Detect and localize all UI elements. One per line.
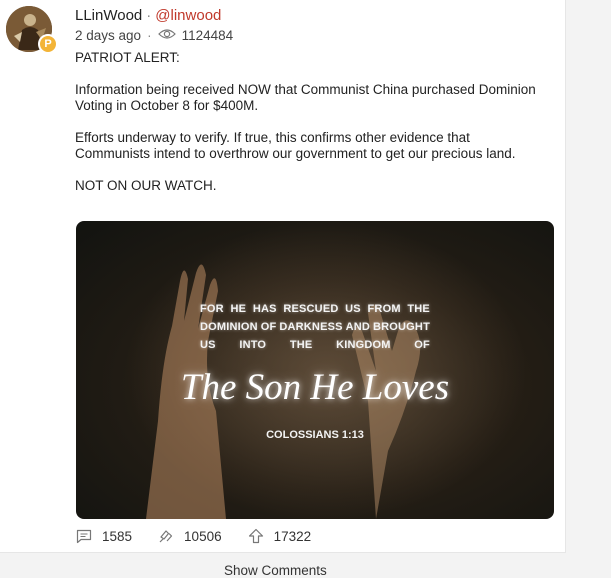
post-image[interactable]: FOR HE HAS RESCUED US FROM THE DOMINION … <box>76 221 554 519</box>
verse-word: DARKNESS <box>279 321 343 333</box>
parler-badge-icon: P <box>38 34 58 54</box>
show-comments-button[interactable]: Show Comments <box>224 563 327 578</box>
repost-count: 10506 <box>184 528 222 544</box>
post-meta: 2 days ago · 1124484 <box>75 28 233 43</box>
comment-icon <box>76 529 92 543</box>
verse-word: INTO <box>239 339 267 351</box>
repost-icon <box>159 530 173 543</box>
meta-separator: · <box>147 28 152 43</box>
comment-button[interactable]: 1585 <box>76 529 132 544</box>
verse-line-1: FOR HE HAS RESCUED US FROM THE <box>200 303 430 315</box>
verse-word: OF <box>260 321 277 333</box>
upvote-icon <box>248 528 263 544</box>
post-paragraph: PATRIOT ALERT: <box>75 50 180 65</box>
eye-icon <box>157 28 176 43</box>
post-paragraph: Efforts underway to verify. If true, thi… <box>75 130 516 161</box>
post-time: 2 days ago <box>75 28 142 43</box>
verse-word: HE <box>230 303 247 315</box>
verse-word: US <box>200 339 216 351</box>
header-separator: · <box>146 7 152 24</box>
verse-word: US <box>345 303 361 315</box>
repost-button[interactable]: 10506 <box>158 528 222 544</box>
verse-word: BROUGHT <box>372 321 430 333</box>
verse-word: FROM <box>367 303 401 315</box>
verse-word: RESCUED <box>283 303 339 315</box>
post-paragraph: Information being received NOW that Comm… <box>75 82 536 113</box>
post-paragraph: NOT ON OUR WATCH. <box>75 178 217 193</box>
author-name[interactable]: LLinWood <box>75 7 142 24</box>
upvote-button[interactable]: 17322 <box>248 528 312 544</box>
verse-word: DOMINION <box>200 321 258 333</box>
verse-reference: COLOSSIANS 1:13 <box>266 429 364 441</box>
verse-word: THE <box>407 303 430 315</box>
author-handle[interactable]: @linwood <box>155 7 221 24</box>
author-avatar[interactable]: P <box>6 6 58 58</box>
view-count: 1124484 <box>181 28 234 43</box>
verse-line-2: DOMINION OF DARKNESS AND BROUGHT <box>200 321 430 333</box>
comment-count: 1585 <box>102 528 133 544</box>
verse-word: HAS <box>252 303 277 315</box>
post-header: LLinWood · @linwood <box>75 7 221 24</box>
upvote-count: 17322 <box>273 528 312 544</box>
verse-word: THE <box>289 339 313 351</box>
verse-word: AND <box>345 321 371 333</box>
verse-title: The Son He Loves <box>180 367 450 408</box>
post-body: PATRIOT ALERT: Information being receive… <box>75 50 545 210</box>
post-card: P LLinWood · @linwood 2 days ago · 1124484… <box>0 0 566 553</box>
post-actions: 1585 10506 17322 <box>76 528 337 544</box>
verse-line-3: US INTO THE KINGDOM OF <box>200 339 430 351</box>
verse-word: FOR <box>200 303 224 315</box>
verse-word: OF <box>414 339 430 351</box>
verse-word: KINGDOM <box>336 339 391 351</box>
